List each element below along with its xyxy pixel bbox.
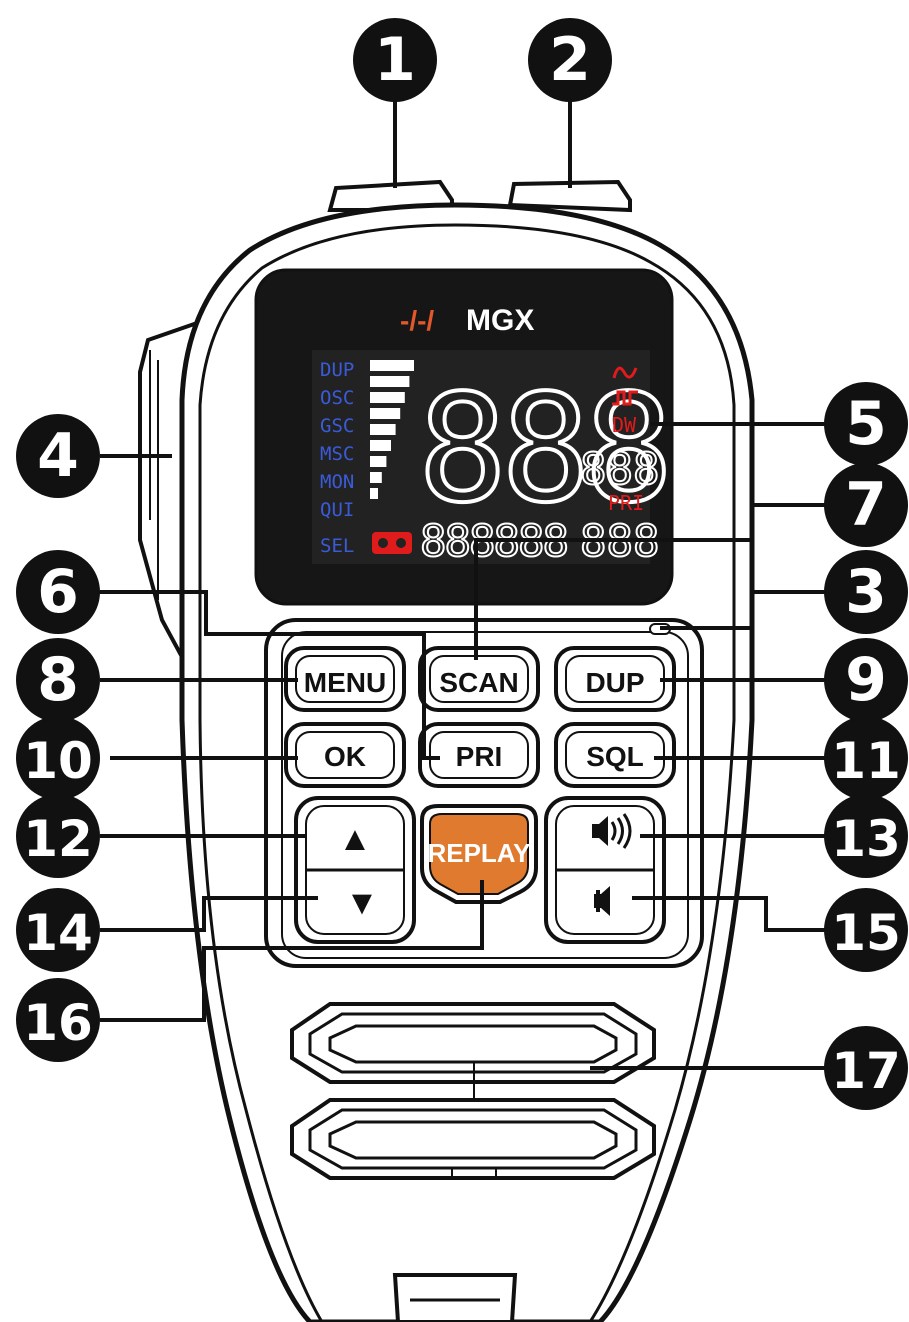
lcd-display: -/-/ MGX DUP OSC GSC MSC MON QUI SEL 888… [254, 268, 675, 606]
sql-button[interactable]: SQL [554, 722, 676, 788]
callout-number-10: 10 [23, 732, 93, 790]
volume-rocker [544, 796, 666, 944]
mode-label-qui: QUI [320, 499, 354, 521]
signal-bar [370, 440, 391, 451]
callout-number-16: 16 [23, 994, 93, 1052]
up-down-rocker: ▲ ▼ [294, 796, 416, 944]
pri-label: PRI [456, 741, 503, 772]
signal-bar [370, 456, 387, 467]
up-arrow-icon: ▲ [338, 820, 372, 858]
tape-icon [372, 532, 412, 554]
scan-button[interactable]: SCAN [418, 646, 540, 712]
menu-button[interactable]: MENU [284, 646, 406, 712]
signal-bar [370, 408, 401, 419]
sql-label: SQL [586, 741, 644, 772]
callout-number-2: 2 [549, 25, 591, 95]
pri-label: PRI [608, 491, 644, 515]
signal-bar [370, 472, 382, 483]
mode-label-msc: MSC [320, 443, 354, 465]
callout-number-6: 6 [37, 557, 79, 627]
callout-number-4: 4 [37, 421, 79, 491]
signal-bar [370, 360, 414, 371]
callout-number-9: 9 [845, 645, 887, 715]
signal-bar [370, 392, 405, 403]
menu-label: MENU [304, 667, 386, 698]
dup-button[interactable]: DUP [554, 646, 676, 712]
signal-bar [370, 488, 378, 499]
mode-label-dup: DUP [320, 359, 354, 381]
callout-number-3: 3 [845, 557, 887, 627]
replay-label: REPLAY [427, 838, 530, 868]
signal-bar [370, 424, 396, 435]
callout-number-7: 7 [845, 470, 887, 540]
mode-label-gsc: GSC [320, 415, 354, 437]
svg-text:-/-/: -/-/ [400, 305, 434, 336]
callout-number-17: 17 [831, 1042, 901, 1100]
logo-mark: -/-/ [400, 305, 434, 336]
scan-label: SCAN [439, 667, 518, 698]
ok-button[interactable]: OK [284, 722, 406, 788]
signal-bar [370, 376, 410, 387]
down-arrow-icon: ▼ [345, 884, 379, 922]
mode-label-mon: MON [320, 471, 354, 493]
callout-number-8: 8 [37, 645, 79, 715]
dw-label: DW [612, 413, 637, 437]
callout-number-11: 11 [831, 732, 901, 790]
down-button[interactable]: ▼ [345, 884, 379, 922]
microphone-diagram: -/-/ MGX DUP OSC GSC MSC MON QUI SEL 888… [16, 18, 908, 1322]
callout-number-12: 12 [23, 810, 93, 868]
brand-logo: -/-/ MGX [400, 304, 534, 337]
small-right-digits: 888 [580, 444, 659, 495]
callout-number-5: 5 [845, 389, 887, 459]
replay-button[interactable]: REPLAY [420, 804, 538, 904]
mode-label-osc: OSC [320, 387, 354, 409]
callout-number-14: 14 [23, 904, 93, 962]
callout-number-1: 1 [374, 25, 416, 95]
dup-label: DUP [585, 667, 644, 698]
callout-number-15: 15 [831, 904, 901, 962]
mode-label-sel: SEL [320, 535, 354, 557]
brand-name: MGX [466, 304, 534, 337]
pri-button[interactable]: PRI [418, 722, 540, 788]
up-button[interactable]: ▲ [338, 820, 372, 858]
callout-number-13: 13 [831, 810, 901, 868]
ok-label: OK [324, 741, 366, 772]
